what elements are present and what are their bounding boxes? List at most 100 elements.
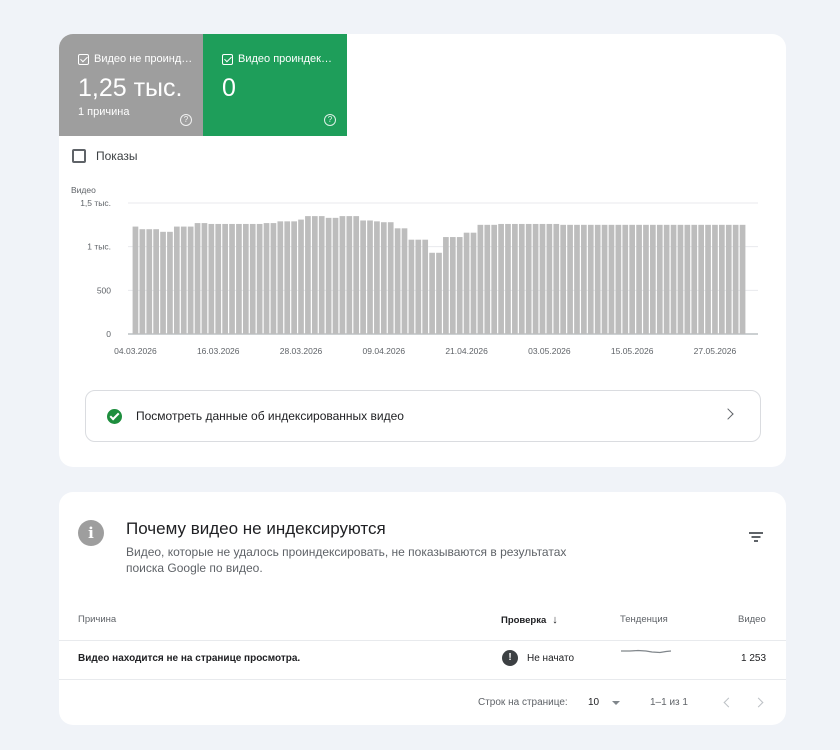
view-indexed-videos-label: Посмотреть данные об индексированных вид… <box>136 409 404 423</box>
indexed-summary-tile[interactable]: Видео проиндек… 0 ? <box>203 34 347 136</box>
chart-bar <box>650 224 656 334</box>
y-tick-label: 0 <box>106 329 111 339</box>
x-tick-label: 27.05.2026 <box>694 346 737 356</box>
not-indexed-reasons-count: 1 причина <box>78 106 130 118</box>
chart-bar <box>601 224 608 334</box>
reason-cell[interactable]: Видео находится не на странице просмотра… <box>78 653 300 664</box>
chart-bar <box>491 224 498 334</box>
help-icon[interactable]: ? <box>324 114 336 126</box>
chart-bar <box>415 239 422 334</box>
chart-bar <box>360 220 366 334</box>
chart-bar <box>167 231 173 334</box>
reasons-description: Видео, которые не удалось проиндексирова… <box>126 545 567 575</box>
chart-bar <box>222 223 228 334</box>
y-tick-label: 500 <box>97 285 111 295</box>
chart-bar <box>705 224 711 334</box>
chart-bar <box>498 223 504 334</box>
chevron-left-icon[interactable] <box>723 697 734 708</box>
chart-bar <box>284 221 291 334</box>
chart-bar <box>608 224 615 334</box>
chart-bar <box>325 217 332 334</box>
chart-bar <box>484 224 491 334</box>
chart-bar <box>194 223 201 334</box>
filter-icon[interactable] <box>749 532 763 542</box>
column-header-trend[interactable]: Тенденция <box>620 614 668 625</box>
chart-bar <box>518 223 525 334</box>
validation-status-cell: Не начато <box>527 653 575 664</box>
chart-bar <box>270 223 277 334</box>
dropdown-arrow-icon[interactable] <box>612 701 620 705</box>
chart-bar <box>394 228 401 334</box>
chart-bar <box>139 229 146 334</box>
y-tick-label: 1 тыс. <box>87 242 111 252</box>
checkbox-unchecked-icon[interactable] <box>72 149 86 163</box>
x-tick-label: 04.03.2026 <box>114 346 157 356</box>
chart-bar <box>153 229 159 334</box>
chart-bar <box>525 223 532 334</box>
chevron-right-icon[interactable] <box>753 697 764 708</box>
chart-bar <box>463 232 470 334</box>
chart-bar <box>663 224 670 334</box>
chart-bar <box>387 222 394 334</box>
chart-bar <box>132 226 139 334</box>
divider <box>59 679 786 680</box>
chart-bar <box>311 216 318 334</box>
chart-bar <box>643 224 649 334</box>
chart-bar <box>456 237 463 334</box>
column-header-validation[interactable]: Проверка ↓ <box>501 614 558 626</box>
chart-bar <box>401 228 408 334</box>
check-circle-icon <box>107 408 122 424</box>
indexing-overview-card: Видео не проинд… 1,25 тыс. 1 причина ? В… <box>59 34 786 467</box>
help-icon[interactable]: ? <box>180 114 192 126</box>
impressions-toggle[interactable]: Показы <box>72 149 137 163</box>
indexed-toggle[interactable]: Видео проиндек… <box>222 53 332 65</box>
chart-bar <box>277 221 284 334</box>
divider <box>59 640 786 641</box>
chart-bar <box>546 223 553 334</box>
chart-bar <box>622 224 629 334</box>
chart-bar <box>739 224 746 334</box>
warning-icon: ! <box>502 650 518 666</box>
rows-per-page-select[interactable]: 10 <box>588 697 599 708</box>
chart-bar <box>539 223 546 334</box>
chart-bar <box>587 224 594 334</box>
reasons-card: i Почему видео не индексируются Видео, к… <box>59 492 786 725</box>
y-tick-label: 1,5 тыс. <box>80 198 111 208</box>
pagination-range: 1–1 из 1 <box>650 697 688 708</box>
chart-bar <box>636 224 642 334</box>
chart-bar <box>332 217 339 334</box>
x-tick-label: 09.04.2026 <box>363 346 406 356</box>
chart-bar <box>594 224 601 334</box>
chart-bar <box>339 216 346 334</box>
chart-bar <box>263 223 270 334</box>
chart-bar <box>291 221 297 334</box>
chart-bar <box>160 231 166 334</box>
trend-sparkline <box>621 649 672 654</box>
chart-bar <box>298 219 304 334</box>
x-tick-label: 16.03.2026 <box>197 346 240 356</box>
column-header-videos[interactable]: Видео <box>738 614 766 625</box>
x-tick-label: 28.03.2026 <box>280 346 323 356</box>
chart-bar <box>229 223 235 334</box>
checkbox-checked-icon <box>222 53 233 65</box>
not-indexed-count: 1,25 тыс. <box>78 74 183 102</box>
chart-bar <box>408 239 415 334</box>
chart-bar <box>146 229 153 334</box>
chart-bar <box>380 222 387 334</box>
chart-bar <box>242 223 249 334</box>
chart-bar <box>656 224 663 334</box>
not-indexed-summary-tile[interactable]: Видео не проинд… 1,25 тыс. 1 причина ? <box>59 34 203 136</box>
column-header-reason[interactable]: Причина <box>78 614 116 625</box>
checkbox-checked-icon <box>78 53 89 65</box>
chart-bar <box>436 252 442 334</box>
chart-bar <box>208 223 215 334</box>
not-indexed-toggle[interactable]: Видео не проинд… <box>78 53 192 65</box>
view-indexed-videos-link[interactable]: Посмотреть данные об индексированных вид… <box>85 390 761 442</box>
indexed-label: Видео проиндек… <box>238 53 332 65</box>
chart-bar <box>698 224 705 334</box>
x-tick-label: 15.05.2026 <box>611 346 654 356</box>
chart-bar <box>505 223 511 334</box>
chart-bar <box>553 223 560 334</box>
impressions-label: Показы <box>96 149 138 163</box>
chart-bar <box>215 223 222 334</box>
